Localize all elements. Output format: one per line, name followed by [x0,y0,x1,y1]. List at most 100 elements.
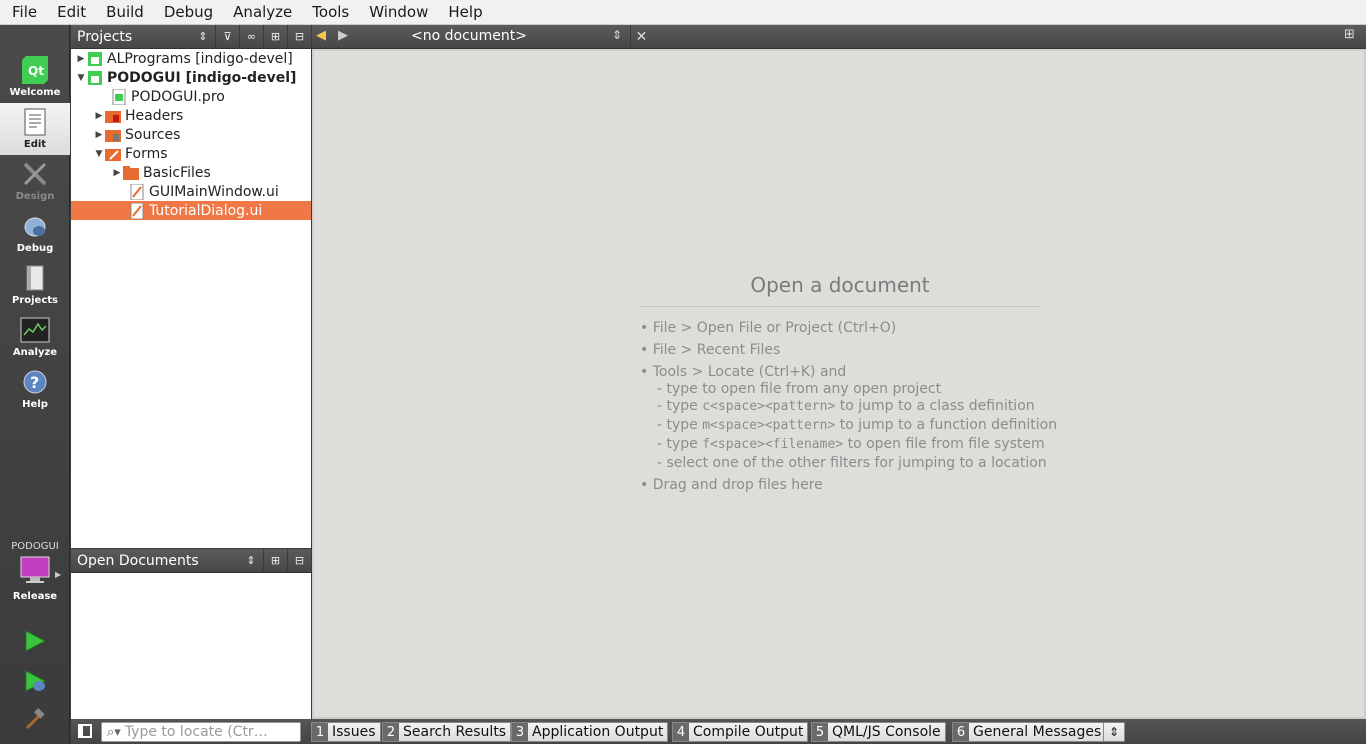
tree-item-podogui[interactable]: ▼ PODOGUI [indigo-devel] [71,68,311,87]
sync-link-icon[interactable]: ∞ [239,24,263,49]
mode-help-label: Help [22,399,48,410]
mode-projects[interactable]: Projects [0,259,70,311]
projects-panel: Projects ⇕ ⊽ ∞ ⊞ ⊟ ▶ ALPrograms [indigo-… [71,24,311,548]
projects-view-selector[interactable]: Projects [71,29,191,45]
navigate-back-icon[interactable]: ◀ [316,28,326,43]
editor-area[interactable]: Open a document • File > Open File or Pr… [312,49,1366,719]
build-button[interactable] [21,705,49,733]
kit-build-config: Release [12,591,58,602]
menu-analyze[interactable]: Analyze [221,0,300,25]
expand-arrow-icon[interactable]: ▶ [93,130,105,140]
tree-item-label: Forms [125,145,168,162]
menu-file[interactable]: File [0,0,45,25]
svg-text:Qt: Qt [28,64,44,78]
document-selector-arrows-icon[interactable]: ⇕ [612,28,622,42]
tree-item-forms[interactable]: ▼ Forms [71,144,311,163]
output-pane-issues[interactable]: 1 Issues [311,722,381,742]
collapse-arrow-icon[interactable]: ▼ [75,73,87,83]
menu-debug[interactable]: Debug [152,0,221,25]
mode-debug[interactable]: Debug [0,207,70,259]
output-pane-compile-output[interactable]: 4 Compile Output [672,722,809,742]
mode-design[interactable]: Design [0,155,70,207]
output-pane-qml-console[interactable]: 5 QML/JS Console [811,722,946,742]
menu-bar: File Edit Build Debug Analyze Tools Wind… [0,0,1366,25]
tree-item-headers[interactable]: ▶ Headers [71,106,311,125]
mode-analyze[interactable]: Analyze [0,311,70,363]
debug-run-button[interactable] [21,667,49,695]
headers-folder-icon [105,108,121,124]
open-documents-header: Open Documents ⇕ ⊞ ⊟ [71,548,311,573]
menu-build[interactable]: Build [94,0,152,25]
tree-item-label: Headers [125,107,184,124]
expand-arrow-icon[interactable]: ▶ [93,111,105,121]
tree-item-pro-file[interactable]: PODOGUI.pro [71,87,311,106]
mode-welcome[interactable]: Qt Welcome [0,51,70,103]
close-pane-icon[interactable]: ⊟ [287,24,311,49]
menu-help[interactable]: Help [436,0,490,25]
view-selector-arrows-icon[interactable]: ⇕ [191,25,215,49]
qt-project-icon [87,70,103,86]
tree-item-label: TutorialDialog.ui [149,202,263,219]
mode-analyze-label: Analyze [12,347,58,358]
filter-icon[interactable]: ⊽ [215,24,239,49]
svg-text:?: ? [30,373,39,392]
tree-item-basicfiles[interactable]: ▶ BasicFiles [71,163,311,182]
toggle-sidebar-icon[interactable] [78,724,92,738]
bottom-bar: ⌕▾ Type to locate (Ctr… 1 Issues 2 Search … [71,719,1366,744]
mode-help[interactable]: ? Help [0,363,70,415]
tree-item-label: Sources [125,126,181,143]
expand-arrow-icon[interactable]: ▶ [75,54,87,64]
tree-item-guimainwindow[interactable]: GUIMainWindow.ui [71,182,311,201]
menu-window[interactable]: Window [357,0,436,25]
open-documents-view-selector[interactable]: Open Documents [71,553,239,569]
mode-edit-label: Edit [23,139,47,150]
tree-item-label: PODOGUI [indigo-devel] [107,69,297,86]
projects-panel-header: Projects ⇕ ⊽ ∞ ⊞ ⊟ [71,24,311,49]
debug-play-icon [25,670,47,692]
navigate-forward-icon[interactable]: ▶ [338,28,348,43]
run-button[interactable] [21,627,49,655]
mode-edit[interactable]: Edit [0,103,70,155]
tree-item-alprograms[interactable]: ▶ ALPrograms [indigo-devel] [71,49,311,68]
split-icon[interactable]: ⊞ [263,24,287,49]
locator-placeholder: Type to locate (Ctr… [124,724,268,740]
close-document-icon[interactable]: ✕ [630,25,652,49]
up-down-arrows-icon: ⇕ [1108,725,1120,739]
design-tools-icon [20,159,50,189]
qt-logo-icon: Qt [20,55,50,85]
output-pane-application-output[interactable]: 3 Application Output [511,722,669,742]
tree-item-sources[interactable]: ▶ Sources [71,125,311,144]
hammer-icon [25,708,45,730]
folder-icon [123,165,139,181]
split-icon[interactable]: ⊞ [263,548,287,573]
menu-tools[interactable]: Tools [300,0,357,25]
output-pane-more-button[interactable]: ⇕ [1103,722,1125,742]
split-editor-icon[interactable]: ⊞ [1344,27,1355,42]
document-selector[interactable]: <no document> [411,28,527,44]
menu-edit[interactable]: Edit [45,0,94,25]
open-documents-list[interactable] [71,573,311,719]
qt-project-icon [87,51,103,67]
tree-item-label: ALPrograms [indigo-devel] [107,50,293,67]
output-pane-general-messages[interactable]: 6 General Messages [952,722,1107,742]
close-pane-icon[interactable]: ⊟ [287,548,311,573]
mode-design-label: Design [15,191,55,202]
collapse-arrow-icon[interactable]: ▼ [93,149,105,159]
pro-file-icon [111,88,127,105]
expand-arrow-icon[interactable]: ▶ [111,168,123,178]
output-pane-search-results[interactable]: 2 Search Results [382,722,512,742]
forms-folder-icon [105,146,121,162]
edit-document-icon [20,107,50,137]
view-selector-arrows-icon[interactable]: ⇕ [239,549,263,573]
open-document-title: Open a document [750,273,930,297]
locator-input[interactable]: ⌕▾ Type to locate (Ctr… [101,722,301,742]
hint-open-file: • File > Open File or Project (Ctrl+O) [640,320,897,336]
tree-item-tutorialdialog[interactable]: TutorialDialog.ui [71,201,311,220]
hint-class-definition: - type c<space><pattern> to jump to a cl… [657,398,1035,414]
title-divider [640,306,1040,307]
kit-selector-arrow-icon[interactable]: ▶ [55,570,61,579]
kit-monitor-icon[interactable] [19,556,51,584]
hint-locate: • Tools > Locate (Ctrl+K) and [640,364,847,380]
run-play-icon [25,630,47,652]
hint-open-file-system: - type f<space><filename> to open file f… [657,436,1045,452]
